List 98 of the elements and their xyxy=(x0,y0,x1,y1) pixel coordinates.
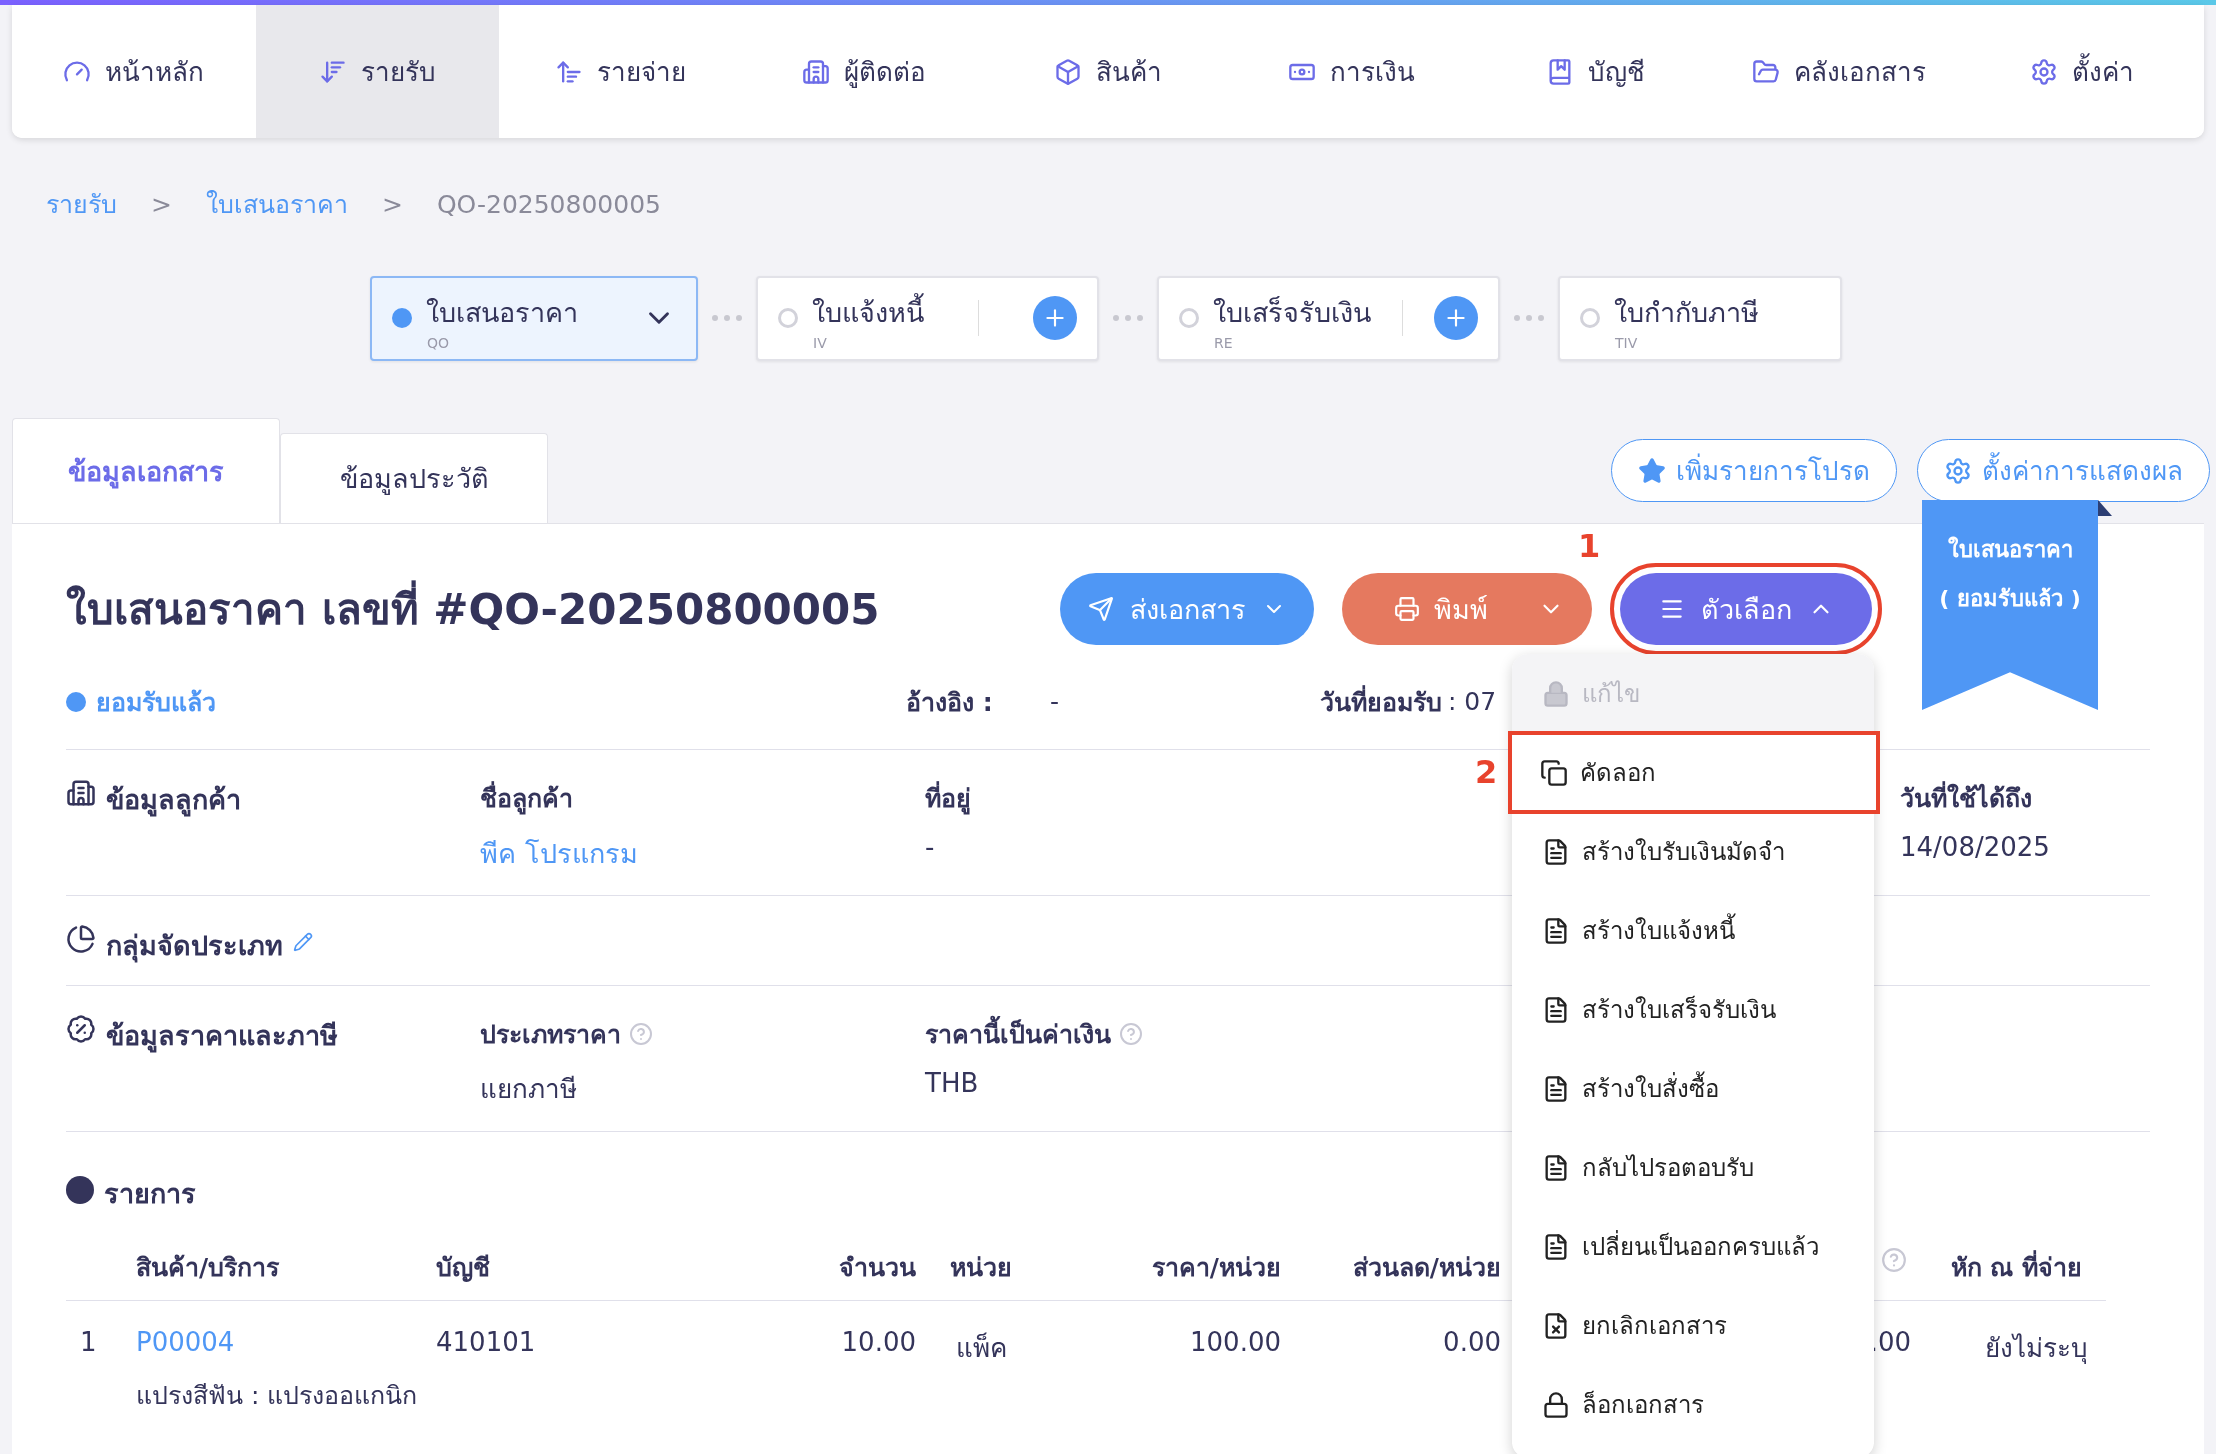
ribbon-text: ใบเสนอราคา xyxy=(1947,535,2073,564)
column-header: สินค้า/บริการ xyxy=(136,1253,280,1282)
help-icon xyxy=(629,1022,653,1046)
field-label: วันที่ใช้ได้ถึง xyxy=(1900,778,2032,818)
help-icon xyxy=(1881,1247,1907,1273)
add-button[interactable] xyxy=(1033,296,1077,340)
step-code: IV xyxy=(813,334,827,351)
table-cell: 0.00 xyxy=(1443,1327,1501,1357)
document-step-card[interactable]: ใบกำกับภาษี TIV xyxy=(1558,275,1842,361)
nav-tab[interactable]: รายจ่าย xyxy=(499,5,743,138)
section-heading: ข้อมูลลูกค้า xyxy=(106,783,241,819)
nav-tab[interactable]: การเงิน xyxy=(1229,5,1474,138)
step-dot xyxy=(1580,308,1600,328)
breadcrumb-separator: > xyxy=(151,189,172,219)
menu-item[interactable]: คัดลอก xyxy=(1510,733,1878,812)
edit-icon[interactable] xyxy=(293,932,313,952)
document-step-card[interactable]: ใบแจ้งหนี้ IV xyxy=(756,275,1099,361)
step-code: QO xyxy=(427,334,450,351)
nav-tab[interactable]: ผู้ติดต่อ xyxy=(742,5,987,138)
item-description: แปรงสีฟัน : แปรงออแกนิก xyxy=(136,1381,418,1410)
bullet-icon xyxy=(66,1176,94,1204)
accepted-date-label: วันที่ยอมรับ xyxy=(1320,684,1442,719)
field-value: 14/08/2025 xyxy=(1900,832,2050,862)
step-label: ใบแจ้งหนี้ xyxy=(812,290,924,334)
document-tab[interactable]: ข้อมูลประวัติ xyxy=(280,433,548,523)
menu-item[interactable]: เปลี่ยนเป็นออกครบแล้ว xyxy=(1512,1207,1874,1286)
table-cell: 410101 xyxy=(436,1327,536,1357)
section-heading: กลุ่มจัดประเภท xyxy=(106,929,283,965)
menu-item[interactable]: สร้างใบสั่งซื้อ xyxy=(1512,1049,1874,1128)
column-header: ส่วนลด/หน่วย xyxy=(1352,1253,1501,1282)
document-tab[interactable]: ข้อมูลเอกสาร xyxy=(12,418,280,523)
step-label: ใบเสนอราคา xyxy=(426,295,578,330)
step-dot xyxy=(778,308,798,328)
step-dot xyxy=(392,308,412,328)
table-cell: แพ็ค xyxy=(955,1333,1007,1363)
menu-item[interactable]: สร้างใบเสร็จรับเงิน xyxy=(1512,970,1874,1049)
field-label: ที่อยู่ xyxy=(925,778,971,818)
nav-tab[interactable]: บัญชี xyxy=(1473,5,1717,138)
nav-icon xyxy=(2030,57,2059,86)
table-cell: 100.00 xyxy=(1190,1327,1281,1357)
callout-number: 2 xyxy=(1475,753,1498,791)
menu-item[interactable]: สร้างใบรับเงินมัดจำ xyxy=(1512,812,1874,891)
nav-tab[interactable]: หน้าหลัก xyxy=(12,5,256,138)
field-value: THB xyxy=(925,1068,979,1098)
column-header: ราคา/หน่วย xyxy=(1151,1253,1281,1282)
document-step-card[interactable]: ใบเสร็จรับเงิน RE xyxy=(1157,275,1500,361)
reference-label: อ้างอิง : xyxy=(906,686,994,719)
options-button[interactable]: ตัวเลือก xyxy=(1620,573,1872,645)
menu-item[interactable]: ยกเลิกเอกสาร xyxy=(1512,1286,1874,1365)
row-number: 1 xyxy=(80,1327,97,1357)
menu-item[interactable]: ล็อกเอกสาร xyxy=(1512,1365,1874,1444)
table-cell: ยังไม่ระบุ xyxy=(1985,1333,2088,1363)
help-icon xyxy=(1119,1022,1143,1046)
percent-badge-icon xyxy=(66,1014,96,1044)
status-dot xyxy=(66,691,86,712)
field-label: ประเภทราคา xyxy=(480,1019,621,1051)
step-label: ใบกำกับภาษี xyxy=(1614,295,1759,330)
document-step-card[interactable]: ใบเสนอราคา QO xyxy=(370,275,698,361)
nav-icon xyxy=(802,57,831,86)
column-header: บัญชี xyxy=(436,1253,490,1282)
settings-icon xyxy=(1944,456,1972,485)
field-value: - xyxy=(925,832,935,862)
breadcrumb-current: QO-20250800005 xyxy=(436,189,661,219)
lock-icon xyxy=(1542,679,1570,708)
send-icon xyxy=(1088,596,1114,622)
step-label: ใบเสร็จรับเงิน xyxy=(1213,295,1371,330)
field-value: แยกภาษี xyxy=(480,1073,577,1106)
star-icon xyxy=(1638,456,1666,485)
nav-tab[interactable]: ตั้งค่า xyxy=(1960,5,2204,138)
lock-icon xyxy=(1542,1390,1570,1419)
reference-value: - xyxy=(1050,687,1061,716)
breadcrumb-separator: > xyxy=(381,189,403,219)
nav-tab[interactable]: สินค้า xyxy=(986,5,1230,138)
menu-item[interactable]: สร้างใบแจ้งหนี้ xyxy=(1512,891,1874,970)
step-code: RE xyxy=(1214,334,1233,351)
section-heading: รายการ xyxy=(104,1177,196,1211)
printer-icon xyxy=(1394,596,1420,622)
nav-tab[interactable]: รายรับ xyxy=(255,5,500,138)
copy-icon xyxy=(1540,758,1568,787)
building-icon xyxy=(66,778,96,808)
menu-item[interactable]: กลับไปรอตอบรับ xyxy=(1512,1128,1874,1207)
callout-number: 1 xyxy=(1578,527,1601,565)
section-heading: ข้อมูลราคาและภาษี xyxy=(106,1019,338,1055)
field-label: ชื่อลูกค้า xyxy=(480,778,573,818)
ribbon-text: ( ยอมรับแล้ว ) xyxy=(1939,585,2081,613)
nav-icon xyxy=(1054,57,1083,86)
add-button[interactable] xyxy=(1434,296,1478,340)
step-dot xyxy=(1179,308,1199,328)
status-label: ยอมรับแล้ว xyxy=(96,686,216,719)
column-header: หน่วย xyxy=(950,1253,1012,1282)
document-title: ใบเสนอราคา เลขที่ #QO-20250800005 xyxy=(66,576,880,642)
field-label: ราคานี้เป็นค่าเงิน xyxy=(925,1014,1111,1054)
accepted-date-value: : 07 xyxy=(1448,687,1497,716)
nav-tab[interactable]: คลังเอกสาร xyxy=(1716,5,1961,138)
step-code: TIV xyxy=(1615,334,1638,351)
column-header: จำนวน xyxy=(839,1253,916,1282)
pie-chart-icon xyxy=(66,924,96,954)
table-cell: 10.00 xyxy=(841,1327,916,1357)
